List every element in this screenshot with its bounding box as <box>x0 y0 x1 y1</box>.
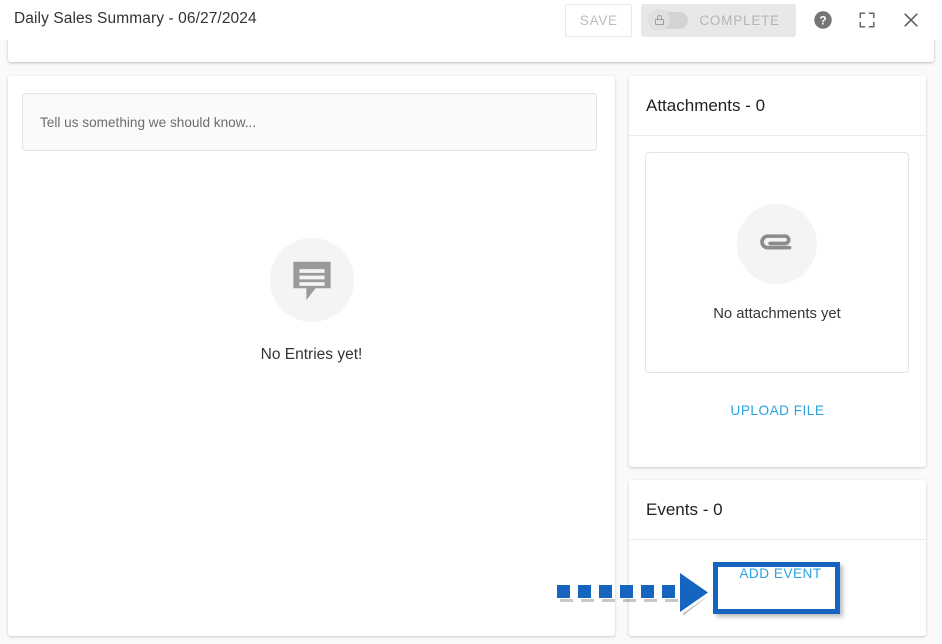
save-button[interactable]: SAVE <box>565 3 633 37</box>
comment-bubble-icon <box>269 238 354 322</box>
complete-toggle-knob[interactable] <box>648 9 671 31</box>
svg-text:?: ? <box>819 14 826 27</box>
complete-toggle-track[interactable] <box>648 9 689 31</box>
paperclip-icon <box>737 203 817 284</box>
dialog-header: Daily Sales Summary - 06/27/2024 SAVE CO… <box>0 0 942 40</box>
entry-input-placeholder: Tell us something we should know... <box>40 114 257 130</box>
attachments-header: Attachments - 0 <box>629 76 926 136</box>
attachments-empty-text: No attachments yet <box>713 305 841 322</box>
lock-icon <box>654 15 664 25</box>
fullscreen-icon[interactable] <box>852 5 882 35</box>
page-title: Daily Sales Summary - 06/27/2024 <box>14 10 257 27</box>
events-panel: Events - 0 ADD EVENT <box>629 480 926 636</box>
attachments-title: Attachments - 0 <box>646 95 766 115</box>
help-circle-icon[interactable]: ? <box>808 5 838 35</box>
entries-empty-state: No Entries yet! <box>8 238 615 364</box>
complete-toggle[interactable]: COMPLETE <box>641 3 796 37</box>
entry-input[interactable]: Tell us something we should know... <box>22 93 597 151</box>
attachments-panel: Attachments - 0 No attachments yet UPLOA… <box>629 76 926 467</box>
add-event-button[interactable]: ADD EVENT <box>717 547 844 599</box>
upload-file-button[interactable]: UPLOAD FILE <box>629 403 926 418</box>
close-icon[interactable] <box>896 5 926 35</box>
events-title: Events - 0 <box>646 499 723 519</box>
entries-panel: Tell us something we should know... No E… <box>8 76 615 636</box>
complete-label: COMPLETE <box>699 12 780 28</box>
header-actions: SAVE COMPLETE ? <box>565 0 942 40</box>
attachments-dropzone[interactable]: No attachments yet <box>645 152 909 373</box>
events-header: Events - 0 <box>629 480 926 540</box>
entries-empty-text: No Entries yet! <box>260 346 363 363</box>
